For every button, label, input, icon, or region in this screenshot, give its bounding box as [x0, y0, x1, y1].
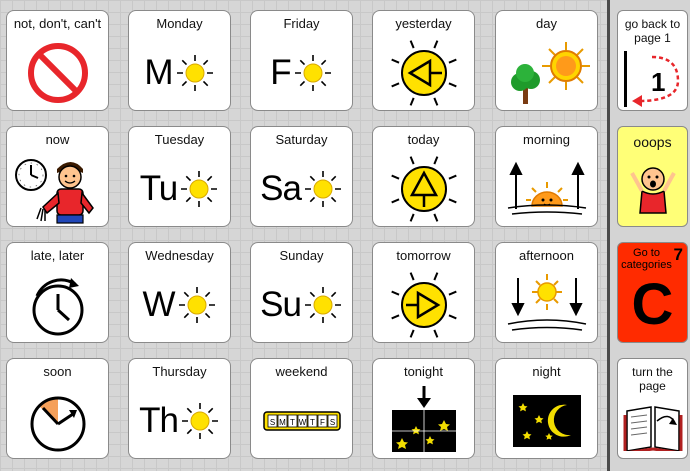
weekday-letter: M	[279, 418, 286, 427]
cell-label: day	[536, 16, 557, 31]
cell-label: late, later	[30, 248, 85, 263]
cell-now[interactable]: now	[6, 126, 109, 227]
cell-label: tomorrow	[396, 248, 451, 263]
cell-friday[interactable]: Friday F	[250, 10, 353, 111]
cell-tuesday[interactable]: Tuesday Tu	[128, 126, 231, 227]
cell-later[interactable]: late, later	[6, 242, 109, 343]
sun-icon	[304, 170, 341, 207]
cell-label: afternoon	[519, 248, 574, 263]
day-abbreviation: Th	[139, 400, 179, 440]
cell-label: weekend	[275, 364, 328, 379]
cell-day[interactable]: day	[495, 10, 598, 111]
cell-not[interactable]: not, don't, can't	[6, 10, 109, 111]
cell-label: yesterday	[395, 16, 452, 31]
sun-icon	[178, 286, 215, 323]
prohibited-icon	[27, 42, 88, 103]
cell-label: Tuesday	[154, 132, 205, 147]
moon-stars-icon	[512, 394, 581, 447]
cell-label: night	[532, 364, 561, 379]
cell-tonight[interactable]: tonight	[372, 358, 475, 459]
letter-c-icon: C	[631, 272, 674, 337]
cell-morning[interactable]: morning	[495, 126, 598, 227]
day-tree-sun-icon	[510, 41, 590, 104]
cell-tomorrow[interactable]: tomorrow	[372, 242, 475, 343]
turn-the-page-button[interactable]: turn the page	[617, 358, 688, 459]
weekday-letter: F	[320, 418, 325, 427]
clock-soon-icon	[30, 396, 85, 451]
weekday-letter: S	[269, 418, 274, 427]
cell-label: Saturday	[275, 132, 328, 147]
weekday-letter: T	[290, 418, 295, 427]
cell-label: not, don't, can't	[13, 16, 102, 31]
go-to-categories-button[interactable]: Go to categories 7 C	[617, 242, 688, 343]
weekday-letter: S	[329, 418, 334, 427]
ooops-button[interactable]: ooops	[617, 126, 688, 227]
cell-weekend[interactable]: weekend SMTWTFS	[250, 358, 353, 459]
clock-arrow-icon	[32, 277, 83, 335]
weekday-letter: T	[310, 418, 315, 427]
afternoon-sun-icon	[507, 273, 586, 331]
sun-icon	[304, 286, 341, 323]
cell-label: morning	[523, 132, 570, 147]
cell-label: Friday	[283, 16, 320, 31]
open-book-icon	[623, 406, 683, 451]
category-number-badge: 7	[673, 245, 683, 264]
side-label: Go to categories	[621, 247, 672, 271]
cell-label: Wednesday	[145, 248, 214, 263]
sun-icon	[181, 402, 218, 439]
sun-arrow-left-icon	[390, 39, 457, 106]
back-arrow-icon: 1	[624, 51, 680, 107]
day-abbreviation: M	[144, 52, 173, 92]
side-label: ooops	[633, 134, 672, 150]
cell-label: today	[407, 132, 440, 147]
cell-soon[interactable]: soon	[6, 358, 109, 459]
cell-wednesday[interactable]: Wednesday W	[128, 242, 231, 343]
cell-monday[interactable]: Monday M	[128, 10, 231, 111]
cell-saturday[interactable]: Saturday Sa	[250, 126, 353, 227]
day-abbreviation: W	[142, 284, 175, 324]
sun-icon	[294, 54, 331, 91]
day-abbreviation: Tu	[139, 168, 179, 208]
day-abbreviation: Sa	[260, 168, 302, 208]
sun-icon	[181, 170, 218, 207]
side-label: turn the page	[632, 365, 673, 393]
sun-icon	[176, 54, 213, 91]
page-number-badge: 1	[651, 67, 665, 97]
sunrise-icon	[507, 161, 586, 215]
cell-label: Thursday	[152, 364, 207, 379]
sun-arrow-up-icon	[390, 155, 457, 222]
cell-label: now	[45, 132, 70, 147]
sun-arrow-right-icon	[390, 271, 457, 338]
side-label: go back to page 1	[624, 17, 681, 45]
cell-yesterday[interactable]: yesterday	[372, 10, 475, 111]
night-arrow-icon	[391, 385, 456, 452]
cell-label: tonight	[403, 364, 444, 379]
day-abbreviation: F	[270, 52, 291, 92]
cell-label: Monday	[156, 16, 203, 31]
cell-sunday[interactable]: Sunday Su	[250, 242, 353, 343]
week-strip-icon: SMTWTFS	[262, 410, 341, 431]
go-back-page-1-button[interactable]: go back to page 1 1	[617, 10, 688, 111]
cell-thursday[interactable]: Thursday Th	[128, 358, 231, 459]
cell-label: Sunday	[279, 248, 324, 263]
surprised-person-icon	[630, 167, 676, 214]
cell-today[interactable]: today	[372, 126, 475, 227]
now-clock-boy-icon	[14, 158, 94, 224]
weekday-letter: W	[298, 418, 306, 427]
cell-afternoon[interactable]: afternoon	[495, 242, 598, 343]
day-abbreviation: Su	[260, 284, 302, 324]
cell-label: soon	[43, 364, 72, 379]
cell-night[interactable]: night	[495, 358, 598, 459]
